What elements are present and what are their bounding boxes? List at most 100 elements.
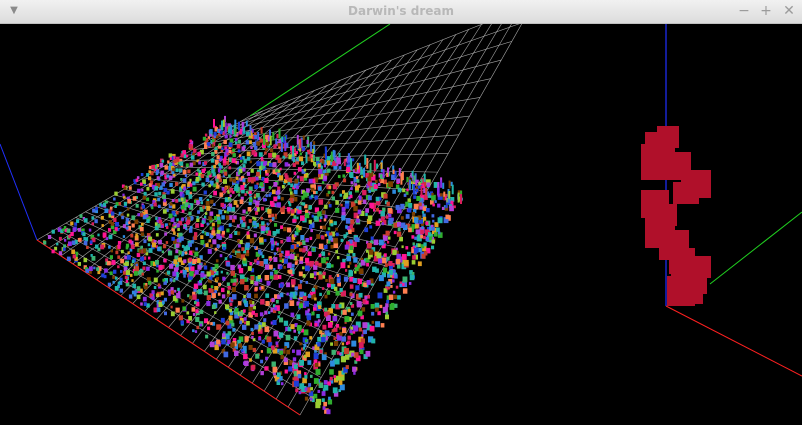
agent [151, 164, 155, 170]
agent [105, 237, 109, 241]
agent [284, 303, 289, 309]
agent [109, 206, 113, 210]
agent [293, 329, 296, 333]
agent [115, 222, 119, 227]
agent [249, 190, 252, 194]
agent [366, 262, 370, 267]
agent [281, 136, 284, 143]
agent [182, 150, 186, 155]
agent [376, 208, 380, 212]
agent [170, 305, 173, 309]
agent [70, 221, 74, 226]
agent [273, 330, 279, 337]
agent [146, 266, 150, 271]
agent [298, 271, 303, 277]
agent [265, 301, 270, 306]
agent [296, 175, 300, 179]
agent [357, 200, 362, 205]
agent [77, 262, 81, 266]
agent [331, 349, 336, 355]
title-bar[interactable]: ▼ Darwin's dream − + ✕ [0, 0, 802, 24]
agent [367, 255, 371, 260]
agent [353, 352, 359, 358]
agent [415, 179, 418, 186]
agent [358, 268, 364, 275]
world-canvas[interactable] [0, 24, 533, 425]
agent [148, 176, 152, 181]
agent [268, 186, 272, 189]
agent [338, 152, 341, 158]
agent [286, 207, 291, 212]
agent [175, 168, 179, 172]
agent [221, 294, 226, 299]
creature-view[interactable] [535, 24, 802, 425]
agent [431, 245, 435, 250]
agent [395, 285, 399, 289]
agent [332, 149, 335, 157]
agent [218, 178, 222, 183]
agent [364, 227, 369, 233]
agent [217, 219, 221, 225]
agent [274, 306, 277, 311]
world-view[interactable] [0, 24, 533, 425]
agent [275, 138, 278, 145]
agent [289, 300, 295, 306]
agent [114, 191, 118, 196]
agent [402, 276, 408, 283]
agent [225, 335, 230, 340]
agent [153, 202, 157, 207]
agent [396, 231, 402, 237]
agent [127, 251, 130, 255]
agent [160, 291, 164, 296]
agent [148, 165, 152, 170]
agent [292, 357, 297, 362]
creature-canvas[interactable] [535, 24, 802, 425]
agent [135, 263, 138, 267]
agent [299, 156, 304, 162]
agent [158, 204, 161, 208]
agent [277, 143, 281, 147]
agent [140, 256, 145, 262]
agent [266, 222, 269, 226]
agent [239, 131, 243, 135]
agent [381, 222, 385, 226]
agent [180, 178, 183, 181]
agent [121, 249, 124, 254]
agent [345, 269, 348, 272]
creature-block [673, 182, 699, 204]
agent [225, 320, 230, 326]
agent [214, 247, 218, 251]
minimize-button[interactable]: − [736, 3, 752, 19]
agent [296, 244, 299, 248]
agent [292, 163, 296, 167]
agent [341, 336, 347, 342]
agent [259, 312, 264, 317]
agent [241, 247, 245, 251]
agent [229, 138, 234, 143]
agent [362, 199, 367, 204]
agent [440, 180, 443, 188]
agent [92, 208, 96, 213]
agent [341, 207, 346, 212]
maximize-button[interactable]: + [758, 3, 774, 19]
agent [236, 224, 240, 228]
agent [318, 305, 322, 309]
agent [345, 365, 349, 369]
agent [229, 134, 232, 138]
agent [141, 272, 144, 276]
agent [425, 187, 428, 196]
agent [190, 266, 195, 272]
agent [396, 253, 401, 260]
agent [317, 319, 321, 323]
agent [188, 316, 192, 321]
agent [289, 292, 293, 297]
agent [249, 358, 252, 362]
agent [291, 239, 294, 243]
agent [109, 271, 113, 276]
agent [139, 226, 144, 232]
agent [171, 236, 175, 241]
close-button[interactable]: ✕ [781, 3, 797, 19]
agent [112, 275, 115, 279]
agent [272, 231, 277, 236]
agent [273, 257, 278, 262]
